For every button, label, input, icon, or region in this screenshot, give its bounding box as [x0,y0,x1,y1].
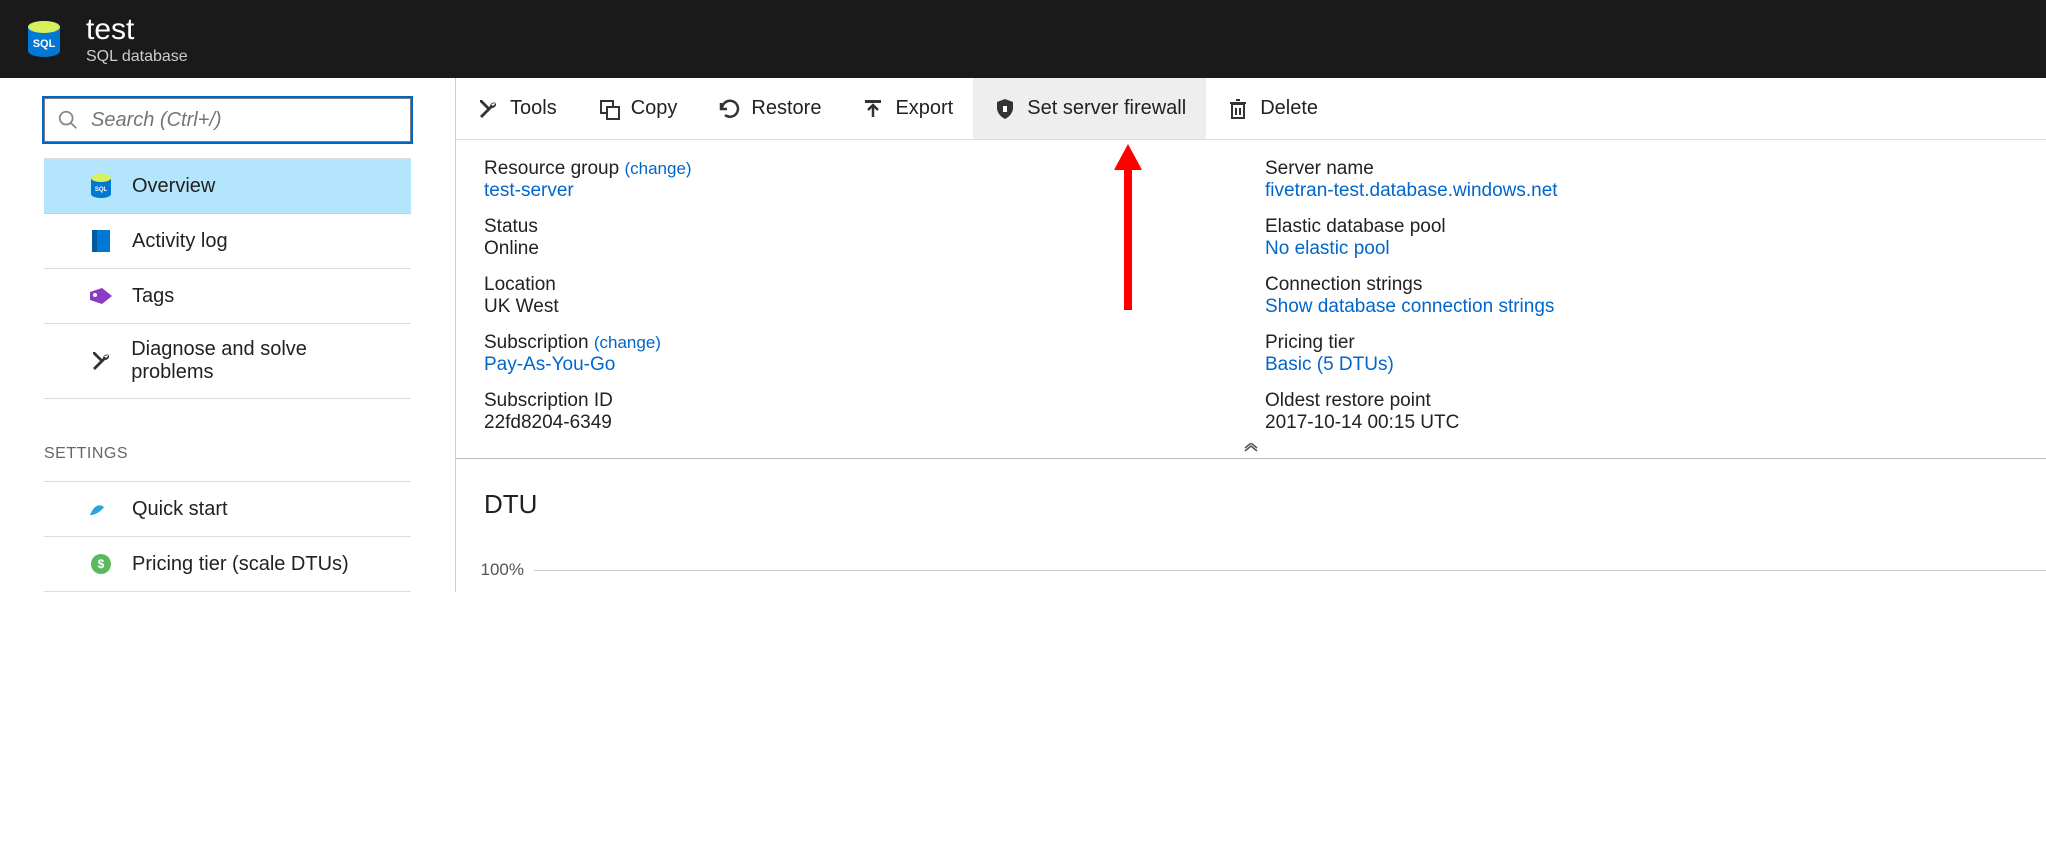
sidebar-item-label: Quick start [132,498,228,521]
toolbar-label: Export [895,97,953,120]
annotation-arrow [1108,144,1148,314]
shield-icon [993,97,1017,121]
tag-icon [88,283,114,309]
change-subscription-link[interactable]: (change) [594,333,661,352]
tools-button[interactable]: Tools [456,78,577,139]
toolbar: Tools Copy Restore Export [456,78,2046,140]
connection-strings-label: Connection strings [1265,274,2046,296]
subscription-label: Subscription [484,332,589,353]
sidebar-item-tags[interactable]: Tags [44,269,411,324]
search-input[interactable] [44,98,411,142]
elastic-pool-value[interactable]: No elastic pool [1265,238,2046,260]
svg-text:$: $ [98,557,105,571]
export-icon [861,97,885,121]
svg-text:SQL: SQL [33,38,56,50]
sidebar-item-pricing-tier[interactable]: $ Pricing tier (scale DTUs) [44,537,411,592]
log-icon [88,228,114,254]
sidebar-item-label: Overview [132,175,215,198]
page-subtitle: SQL database [86,48,188,66]
change-resource-group-link[interactable]: (change) [624,159,691,178]
elastic-pool-label: Elastic database pool [1265,216,2046,238]
sql-db-icon: SQL [22,17,66,61]
tools-icon [476,97,500,121]
svg-text:SQL: SQL [95,187,108,193]
connection-strings-value[interactable]: Show database connection strings [1265,296,2046,318]
page-title: test [86,13,188,46]
sidebar-item-label: Tags [132,285,174,308]
sidebar-item-label: Pricing tier (scale DTUs) [132,553,349,576]
delete-button[interactable]: Delete [1206,78,1338,139]
sidebar-item-activity-log[interactable]: Activity log [44,214,411,269]
trash-icon [1226,97,1250,121]
subscription-value[interactable]: Pay-As-You-Go [484,354,1265,376]
chart-tick-label: 100% [472,560,534,580]
collapse-toggle[interactable] [456,438,2046,459]
restore-point-value: 2017-10-14 00:15 UTC [1265,412,2046,434]
pricing-tier-label: Pricing tier [1265,332,2046,354]
toolbar-label: Restore [751,97,821,120]
main: Tools Copy Restore Export [456,78,2046,592]
subscription-id-label: Subscription ID [484,390,1265,412]
set-server-firewall-button[interactable]: Set server firewall [973,78,1206,139]
server-name-label: Server name [1265,158,2046,180]
sidebar: SQL Overview Activity log Tags [0,78,456,592]
copy-icon [597,97,621,121]
search-field[interactable] [91,109,398,132]
pricing-icon: $ [88,551,114,577]
sidebar-section-settings: SETTINGS [0,399,455,481]
chart-gridline [534,570,2046,571]
resource-group-label: Resource group [484,158,619,179]
sql-db-icon: SQL [88,173,114,199]
sidebar-item-overview[interactable]: SQL Overview [44,158,411,214]
sidebar-item-quick-start[interactable]: Quick start [44,481,411,537]
chart-title: DTU [472,489,2046,520]
quickstart-icon [88,496,114,522]
toolbar-label: Set server firewall [1027,97,1186,120]
pricing-tier-value[interactable]: Basic (5 DTUs) [1265,354,2046,376]
restore-icon [717,97,741,121]
toolbar-label: Delete [1260,97,1318,120]
search-icon [57,109,79,131]
toolbar-label: Copy [631,97,678,120]
header: SQL test SQL database [0,0,2046,78]
copy-button[interactable]: Copy [577,78,698,139]
sidebar-item-diagnose[interactable]: Diagnose and solve problems [44,324,411,399]
dtu-chart: DTU 100% [456,459,2046,580]
toolbar-label: Tools [510,97,557,120]
restore-button[interactable]: Restore [697,78,841,139]
details-panel: Resource group (change) test-server Stat… [456,140,2046,438]
tools-icon [88,348,113,374]
sidebar-item-label: Activity log [132,230,228,253]
sidebar-item-label: Diagnose and solve problems [131,338,387,384]
restore-point-label: Oldest restore point [1265,390,2046,412]
export-button[interactable]: Export [841,78,973,139]
subscription-id-value: 22fd8204-6349 [484,412,1265,434]
server-name-value[interactable]: fivetran-test.database.windows.net [1265,180,2046,202]
